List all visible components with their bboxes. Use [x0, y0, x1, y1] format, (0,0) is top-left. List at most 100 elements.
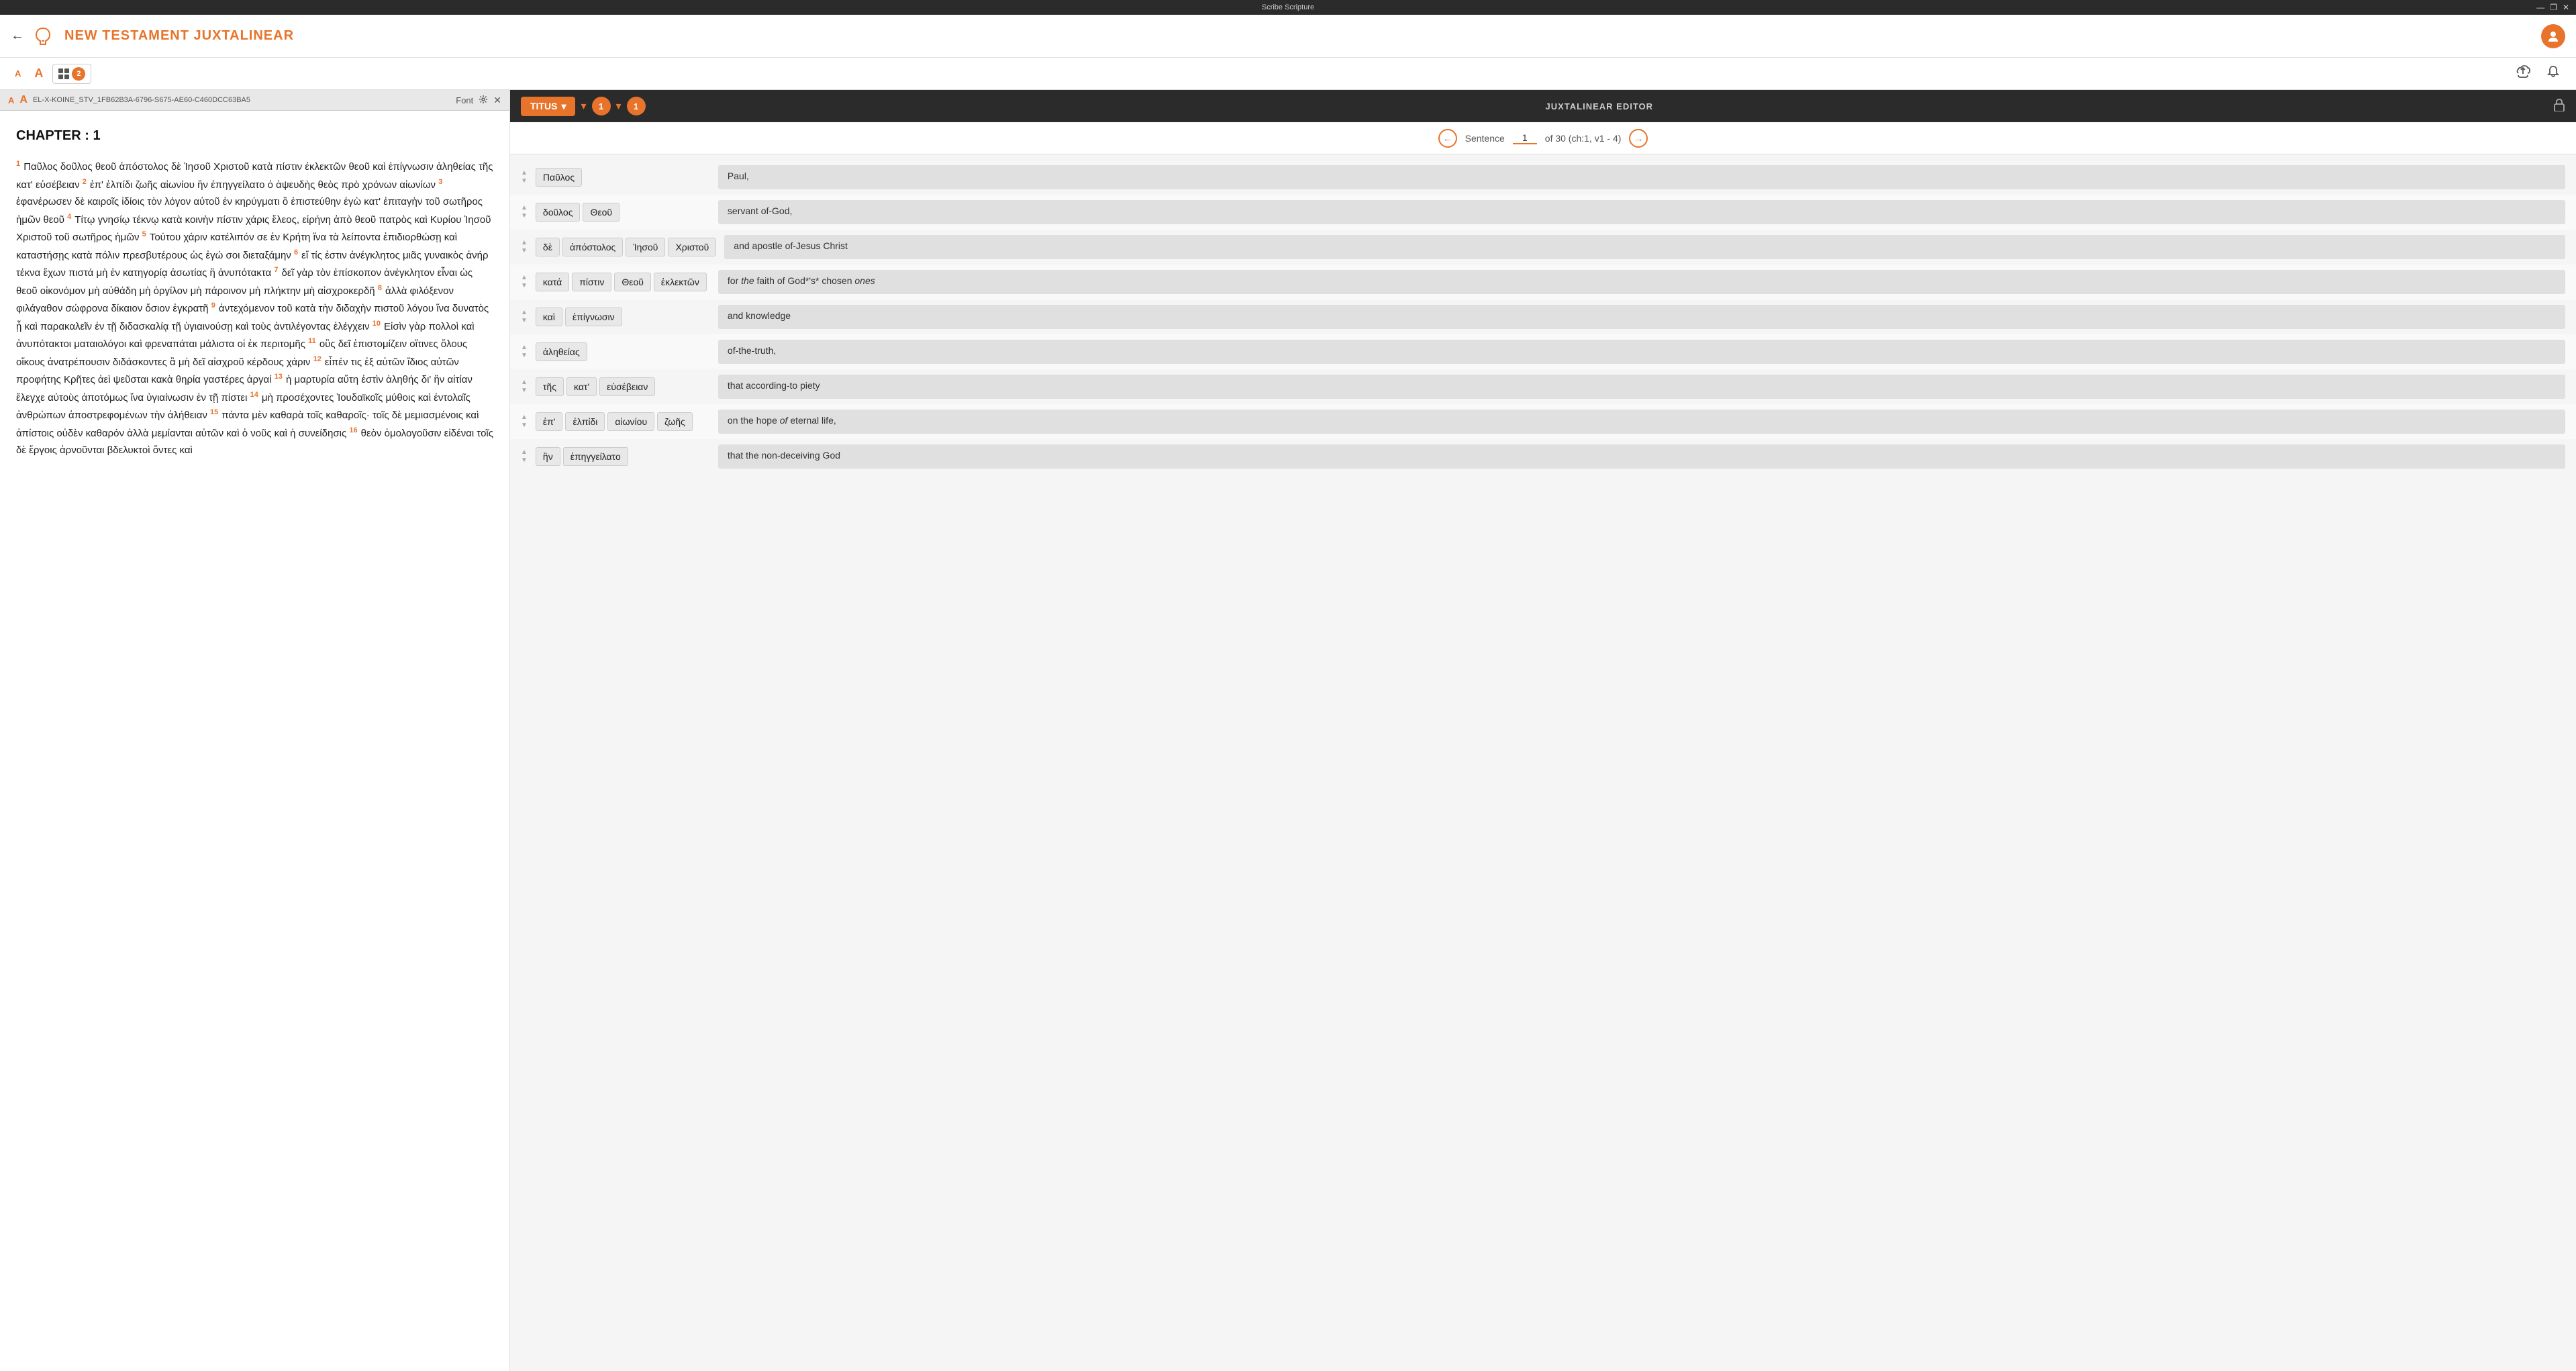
verse-number-16: 16 [349, 426, 359, 434]
greek-word-token[interactable]: Ἰησοῦ [626, 238, 665, 256]
greek-word-token[interactable]: αἰωνίου [607, 412, 654, 431]
greek-word-token[interactable]: ἐκλεκτῶν [654, 273, 707, 291]
sentence-next-button[interactable]: → [1629, 129, 1648, 148]
row-down-arrow[interactable]: ▼ [521, 177, 528, 185]
greek-word-token[interactable]: ζωῆς [657, 412, 693, 431]
verse-number-2: 2 [83, 178, 89, 186]
greek-word-token[interactable]: ἐλπίδι [565, 412, 605, 431]
greek-word-token[interactable]: καὶ [536, 308, 562, 326]
greek-word-token[interactable]: Θεοῦ [583, 203, 620, 222]
greek-word-token[interactable]: Θεοῦ [614, 273, 651, 291]
notifications-button[interactable] [2541, 62, 2565, 85]
window-controls[interactable]: — ❐ ✕ [2536, 3, 2569, 12]
app-title: Scribe Scripture [1262, 3, 1314, 11]
word-row: ▲▼τῆςκατ'εὐσέβειανthat according-to piet… [510, 369, 2576, 404]
word-row: ▲▼ δὲἀπόστολοςἸησοῦΧριστοῦ and apostle of-… [510, 230, 2576, 265]
greek-word-token[interactable]: κατά [536, 273, 569, 291]
chapter-heading: CHAPTER : 1 [16, 124, 493, 147]
row-up-arrow[interactable]: ▲ [521, 309, 528, 317]
sentence-number-input[interactable] [1513, 132, 1537, 144]
right-panel: TITUS ▾ ▾ 1 ▾ 1 JUXTALINEAR EDITOR ← Sen [510, 90, 2576, 1371]
row-down-arrow[interactable]: ▼ [521, 247, 528, 255]
title-bar: Scribe Scripture — ❐ ✕ [0, 0, 2576, 15]
chapter-next-arrow[interactable]: ▾ [613, 97, 624, 115]
view-toggle-button[interactable]: 2 [52, 64, 91, 84]
row-up-arrow[interactable]: ▲ [521, 274, 528, 282]
text-font-small[interactable]: A [8, 95, 14, 105]
row-up-arrow[interactable]: ▲ [521, 379, 528, 387]
back-button[interactable]: ← [11, 28, 24, 44]
row-up-arrow[interactable]: ▲ [521, 344, 528, 352]
text-reader: CHAPTER : 1 1 Παῦλος δοῦλος θεοῦ ἀπόστολ… [0, 111, 509, 1371]
row-down-arrow[interactable]: ▼ [521, 457, 528, 465]
greek-word-token[interactable]: ἀληθείας [536, 342, 587, 361]
user-avatar[interactable] [2541, 24, 2565, 48]
row-reorder-arrows[interactable]: ▲▼ [521, 379, 528, 395]
row-up-arrow[interactable]: ▲ [521, 239, 528, 247]
row-down-arrow[interactable]: ▼ [521, 387, 528, 395]
verse-number-1: 1 [16, 160, 22, 168]
row-reorder-arrows[interactable]: ▲▼ [521, 274, 528, 290]
word-row: ▲▼κατάπίστινΘεοῦἐκλεκτῶνfor the faith of… [510, 265, 2576, 299]
row-reorder-arrows[interactable]: ▲▼ [521, 344, 528, 360]
row-down-arrow[interactable]: ▼ [521, 317, 528, 325]
close-panel-button[interactable]: ✕ [493, 95, 501, 106]
word-row: ▲▼ Παῦλος Paul, [510, 160, 2576, 195]
row-up-arrow[interactable]: ▲ [521, 204, 528, 212]
row-reorder-arrows[interactable]: ▲▼ [521, 169, 528, 185]
font-decrease-button[interactable]: A [11, 66, 25, 81]
verse-number-8: 8 [378, 284, 384, 292]
row-reorder-arrows[interactable]: ▲▼ [521, 448, 528, 465]
greek-word-token[interactable]: εὐσέβειαν [599, 377, 655, 396]
editor-title: JUXTALINEAR EDITOR [646, 101, 2553, 111]
english-gloss: of-the-truth, [718, 340, 2565, 364]
row-down-arrow[interactable]: ▼ [521, 352, 528, 360]
greek-word-token[interactable]: κατ' [566, 377, 597, 396]
row-reorder-arrows[interactable]: ▲▼ [521, 239, 528, 255]
greek-word-token[interactable]: Παῦλος [536, 168, 582, 187]
row-up-arrow[interactable]: ▲ [521, 414, 528, 422]
sentence-navigation: ← Sentence of 30 (ch:1, v1 - 4) → [510, 122, 2576, 154]
row-down-arrow[interactable]: ▼ [521, 212, 528, 220]
english-gloss: and apostle of-Jesus Christ [724, 235, 2565, 259]
greek-word-token[interactable]: ἣν [536, 447, 560, 466]
greek-word-token[interactable]: ἐπ' [536, 412, 563, 431]
verse-number-5: 5 [142, 230, 148, 238]
row-up-arrow[interactable]: ▲ [521, 448, 528, 457]
left-panel: A A EL-X-KOINE_STV_1FB62B3A-6796-S675-AE… [0, 90, 510, 1371]
greek-words-group: ἀληθείας [536, 342, 710, 361]
upload-button[interactable] [2510, 62, 2536, 85]
greek-word-token[interactable]: πίστιν [572, 273, 611, 291]
greek-word-token[interactable]: Χριστοῦ [668, 238, 716, 256]
greek-word-token[interactable]: δὲ [536, 238, 560, 256]
greek-word-token[interactable]: δοῦλος [536, 203, 581, 222]
chapter-prev-arrow[interactable]: ▾ [578, 97, 589, 115]
lock-icon[interactable] [2553, 98, 2565, 115]
settings-icon[interactable] [479, 95, 488, 106]
row-down-arrow[interactable]: ▼ [521, 422, 528, 430]
sentence-prev-button[interactable]: ← [1438, 129, 1457, 148]
row-reorder-arrows[interactable]: ▲▼ [521, 309, 528, 325]
greek-words-group: καὶἐπίγνωσιν [536, 308, 710, 326]
row-down-arrow[interactable]: ▼ [521, 282, 528, 290]
page-title: NEW TESTAMENT JUXTALINEAR [64, 28, 294, 44]
english-gloss: Paul, [718, 165, 2565, 189]
verse-number-9: 9 [211, 301, 217, 310]
greek-words-group: τῆςκατ'εὐσέβειαν [536, 377, 710, 396]
greek-word-token[interactable]: ἐπηγγείλατο [563, 447, 628, 466]
font-increase-button[interactable]: A [30, 64, 47, 83]
greek-word-token[interactable]: ἐπίγνωσιν [565, 308, 622, 326]
view-count-badge: 2 [72, 67, 85, 81]
word-row: ▲▼ἣνἐπηγγείλατοthat the non-deceiving Go… [510, 439, 2576, 474]
row-reorder-arrows[interactable]: ▲▼ [521, 204, 528, 220]
minimize-btn[interactable]: — [2536, 3, 2544, 12]
greek-word-token[interactable]: ἀπόστολος [562, 238, 623, 256]
close-btn[interactable]: ✕ [2563, 3, 2569, 12]
maximize-btn[interactable]: ❐ [2550, 3, 2557, 12]
greek-words-group: ἐπ'ἐλπίδιαἰωνίουζωῆς [536, 412, 710, 431]
text-font-large[interactable]: A [19, 94, 28, 106]
greek-word-token[interactable]: τῆς [536, 377, 564, 396]
titus-book-button[interactable]: TITUS ▾ [521, 97, 575, 116]
row-reorder-arrows[interactable]: ▲▼ [521, 414, 528, 430]
row-up-arrow[interactable]: ▲ [521, 169, 528, 177]
